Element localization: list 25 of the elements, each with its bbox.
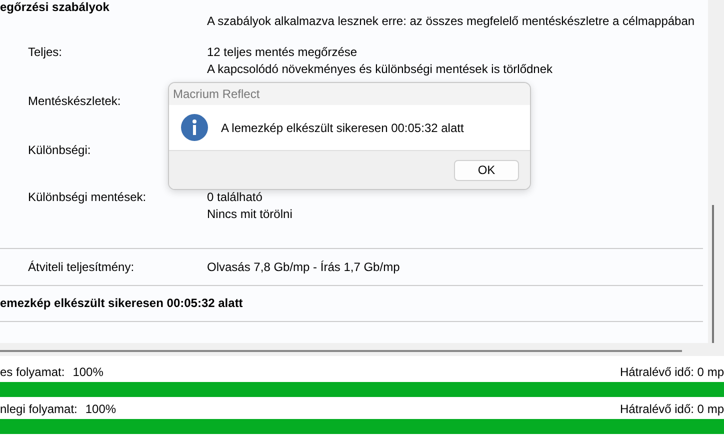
progress-label: nlegi folyamat: — [0, 402, 78, 416]
progress-percent: 100% — [72, 365, 104, 379]
row-label: Átviteli teljesítmény: — [28, 259, 134, 276]
rule-description: A szabályok alkalmazva lesznek erre: az összes megfelelő mentéskészletre a célmappában — [207, 14, 695, 28]
dialog-message: A lemezkép elkészült sikeresen 00:05:32 alatt — [221, 120, 464, 134]
row-value: 0 található — [207, 189, 262, 206]
horizontal-scrollbar[interactable] — [0, 343, 724, 356]
result-message: emezkép elkészült sikeresen 00:05:32 alatt — [0, 295, 243, 312]
row-label: Különbségi: — [28, 142, 91, 159]
section-title: egőrzési szabályok — [0, 0, 110, 14]
progress-percent: 100% — [85, 402, 116, 416]
ok-button[interactable]: OK — [454, 160, 519, 180]
row-label: Különbségi mentések: — [28, 189, 146, 206]
dialog-title: Macrium Reflect — [169, 83, 530, 105]
row-label: Teljes: — [28, 44, 62, 61]
row-label: Mentéskészletek: — [28, 93, 121, 110]
row-value: 12 teljes mentés megőrzése — [207, 44, 358, 61]
remaining-time: Hátralévő idő: 0 mp — [620, 402, 724, 416]
vertical-scrollbar[interactable] — [708, 0, 724, 343]
info-icon — [181, 114, 208, 141]
row-value: Nincs mit törölni — [207, 206, 292, 223]
progress-label: es folyamat: — [0, 365, 65, 379]
row-value: A kapcsolódó növekményes és különbségi mentések is törlődnek — [207, 61, 553, 78]
remaining-time: Hátralévő idő: 0 mp — [620, 365, 724, 379]
row-value: Olvasás 7,8 Gb/mp - Írás 1,7 Gb/mp — [207, 259, 400, 276]
